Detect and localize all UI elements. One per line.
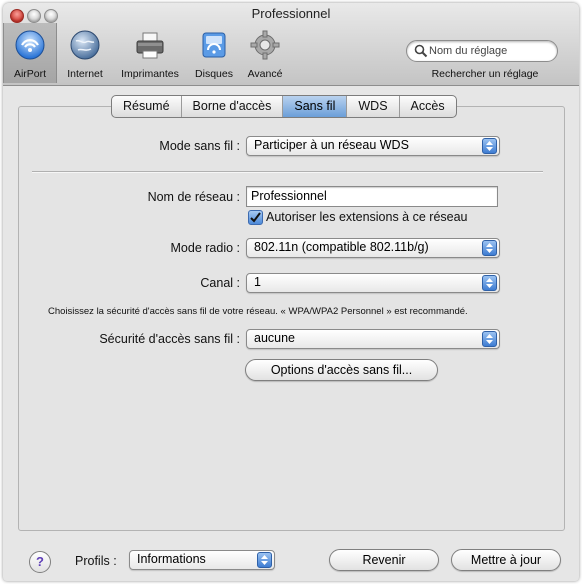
security-label: Sécurité d'accès sans fil : bbox=[99, 332, 240, 346]
profiles-label: Profils : bbox=[75, 554, 117, 568]
wireless-options-button[interactable]: Options d'accès sans fil... bbox=[245, 359, 438, 381]
wireless-mode-popup[interactable]: Participer à un réseau WDS bbox=[246, 136, 500, 156]
profiles-popup[interactable]: Informations bbox=[129, 550, 275, 570]
search-caption: Rechercher un réglage bbox=[431, 68, 539, 80]
allow-extensions-label: Autoriser les extensions à ce réseau bbox=[266, 210, 468, 224]
popup-arrows-icon bbox=[482, 275, 497, 291]
tab-wireless[interactable]: Sans fil bbox=[283, 96, 348, 117]
search-input[interactable] bbox=[427, 42, 553, 60]
toolbar-label: Avancé bbox=[247, 68, 283, 80]
network-name-label: Nom de réseau : bbox=[147, 190, 240, 204]
window-title: Professionnel bbox=[251, 6, 331, 21]
revert-button[interactable]: Revenir bbox=[329, 549, 439, 571]
settings-search[interactable] bbox=[406, 40, 558, 62]
radio-mode-value: 802.11n (compatible 802.11b/g) bbox=[254, 240, 429, 254]
toolbar-label: AirPort bbox=[13, 68, 47, 80]
channel-label: Canal : bbox=[200, 276, 240, 290]
toolbar-airport[interactable]: AirPort bbox=[3, 23, 57, 83]
toolbar-printers[interactable]: Imprimantes bbox=[113, 23, 187, 83]
security-hint: Choisissez la sécurité d'accès sans fil … bbox=[48, 306, 468, 317]
radio-mode-label: Mode radio : bbox=[170, 241, 240, 255]
tab-base-station[interactable]: Borne d'accès bbox=[182, 96, 284, 117]
search-icon bbox=[414, 44, 428, 58]
printer-icon bbox=[135, 30, 165, 60]
network-name-field[interactable]: Professionnel bbox=[246, 186, 498, 207]
separator bbox=[32, 171, 543, 173]
toolbar-label: Disques bbox=[195, 68, 233, 80]
checkmark-icon bbox=[250, 212, 261, 223]
toolbar-advanced[interactable]: Avancé bbox=[241, 23, 289, 83]
toolbar-disks[interactable]: Disques bbox=[187, 23, 241, 83]
network-name-value: Professionnel bbox=[251, 189, 327, 203]
popup-arrows-icon bbox=[482, 138, 497, 154]
channel-value: 1 bbox=[254, 275, 261, 289]
tab-access[interactable]: Accès bbox=[400, 96, 456, 117]
airport-icon bbox=[15, 30, 45, 60]
wireless-mode-label: Mode sans fil : bbox=[159, 139, 240, 153]
security-popup[interactable]: aucune bbox=[246, 329, 500, 349]
channel-popup[interactable]: 1 bbox=[246, 273, 500, 293]
gear-icon bbox=[250, 30, 280, 60]
profiles-value: Informations bbox=[137, 552, 206, 566]
settings-panel bbox=[18, 106, 565, 531]
disk-icon bbox=[199, 30, 229, 60]
toolbar-label: Imprimantes bbox=[121, 68, 179, 80]
update-button[interactable]: Mettre à jour bbox=[451, 549, 561, 571]
popup-arrows-icon bbox=[482, 331, 497, 347]
title-bar: Professionnel AirPort Internet Imprimant… bbox=[3, 3, 579, 86]
radio-mode-popup[interactable]: 802.11n (compatible 802.11b/g) bbox=[246, 238, 500, 258]
toolbar-internet[interactable]: Internet bbox=[57, 23, 113, 83]
popup-arrows-icon bbox=[482, 240, 497, 256]
allow-extensions-checkbox[interactable] bbox=[248, 210, 263, 225]
wireless-mode-value: Participer à un réseau WDS bbox=[254, 138, 409, 152]
popup-arrows-icon bbox=[257, 552, 272, 568]
globe-icon bbox=[70, 30, 100, 60]
tab-bar: Résumé Borne d'accès Sans fil WDS Accès bbox=[111, 95, 457, 118]
tab-wds[interactable]: WDS bbox=[347, 96, 400, 117]
security-value: aucune bbox=[254, 331, 296, 345]
preferences-window: Professionnel AirPort Internet Imprimant… bbox=[3, 3, 579, 581]
toolbar-label: Internet bbox=[67, 68, 103, 80]
help-button[interactable]: ? bbox=[29, 551, 51, 573]
tab-summary[interactable]: Résumé bbox=[112, 96, 182, 117]
